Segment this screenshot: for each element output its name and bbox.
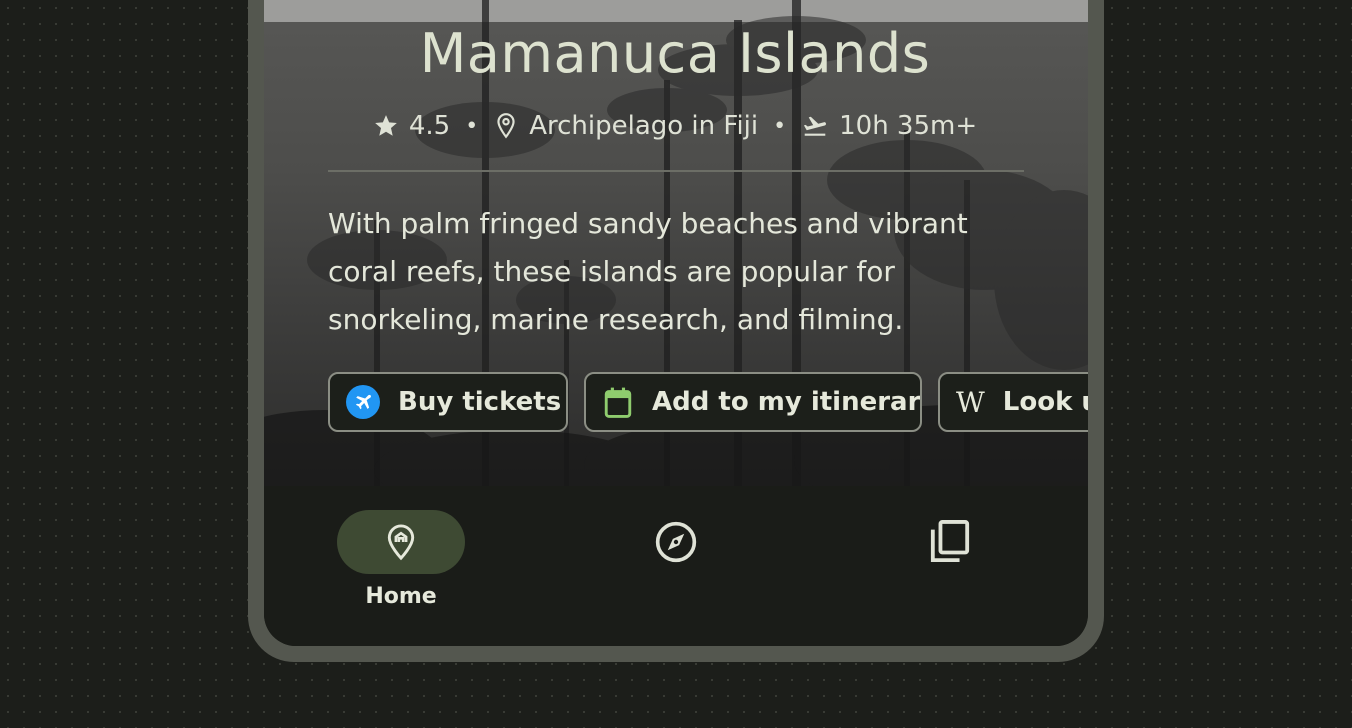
nav-home-label: Home bbox=[365, 584, 437, 609]
rating: 4.5 bbox=[373, 111, 450, 141]
destination-title: Mamanuca Islands bbox=[419, 22, 931, 85]
nav-explore[interactable] bbox=[586, 486, 766, 646]
action-chips: Buy tickets Add to my itinerary W Look bbox=[328, 372, 1088, 436]
destination-meta: 4.5 • Archipelago in Fiji • 10h 35m+ bbox=[264, 106, 1086, 146]
flight-time: 10h 35m+ bbox=[801, 111, 977, 141]
wikipedia-icon: W bbox=[956, 385, 985, 419]
app-screen: Mamanuca Islands 4.5 • Archipelago in Fi… bbox=[264, 0, 1088, 646]
location-pin-icon bbox=[497, 113, 515, 139]
nav-home-active-indicator bbox=[337, 510, 465, 574]
buy-tickets-button[interactable]: Buy tickets bbox=[328, 372, 568, 432]
destination-description: With palm fringed sandy beaches and vibr… bbox=[328, 207, 968, 336]
separator-dot: • bbox=[465, 113, 479, 139]
divider bbox=[328, 170, 1024, 172]
star-icon bbox=[375, 115, 397, 136]
device-frame: Mamanuca Islands 4.5 • Archipelago in Fi… bbox=[248, 0, 1104, 662]
rating-value: 4.5 bbox=[408, 111, 451, 141]
add-to-itinerary-label: Add to my itinerary bbox=[652, 387, 922, 417]
copy-icon bbox=[918, 510, 982, 574]
buy-tickets-label: Buy tickets bbox=[398, 387, 562, 417]
location: Archipelago in Fiji bbox=[493, 111, 758, 141]
look-up-button[interactable]: W Look up bbox=[938, 372, 1088, 432]
airplane-icon bbox=[346, 385, 380, 419]
bottom-navigation: Home bbox=[264, 486, 1088, 646]
add-to-itinerary-button[interactable]: Add to my itinerary bbox=[584, 372, 922, 432]
nav-home[interactable]: Home bbox=[311, 486, 491, 646]
flight-takeoff-icon bbox=[804, 116, 827, 136]
calendar-icon bbox=[602, 385, 634, 419]
home-pin-icon bbox=[387, 524, 415, 561]
nav-library[interactable] bbox=[860, 486, 1040, 646]
flight-time-text: 10h 35m+ bbox=[839, 111, 978, 141]
separator-dot: • bbox=[773, 113, 787, 139]
compass-icon bbox=[644, 510, 708, 574]
look-up-label: Look up bbox=[1002, 387, 1088, 417]
hero-image: Mamanuca Islands 4.5 • Archipelago in Fi… bbox=[264, 0, 1088, 486]
location-text: Archipelago in Fiji bbox=[529, 111, 759, 141]
